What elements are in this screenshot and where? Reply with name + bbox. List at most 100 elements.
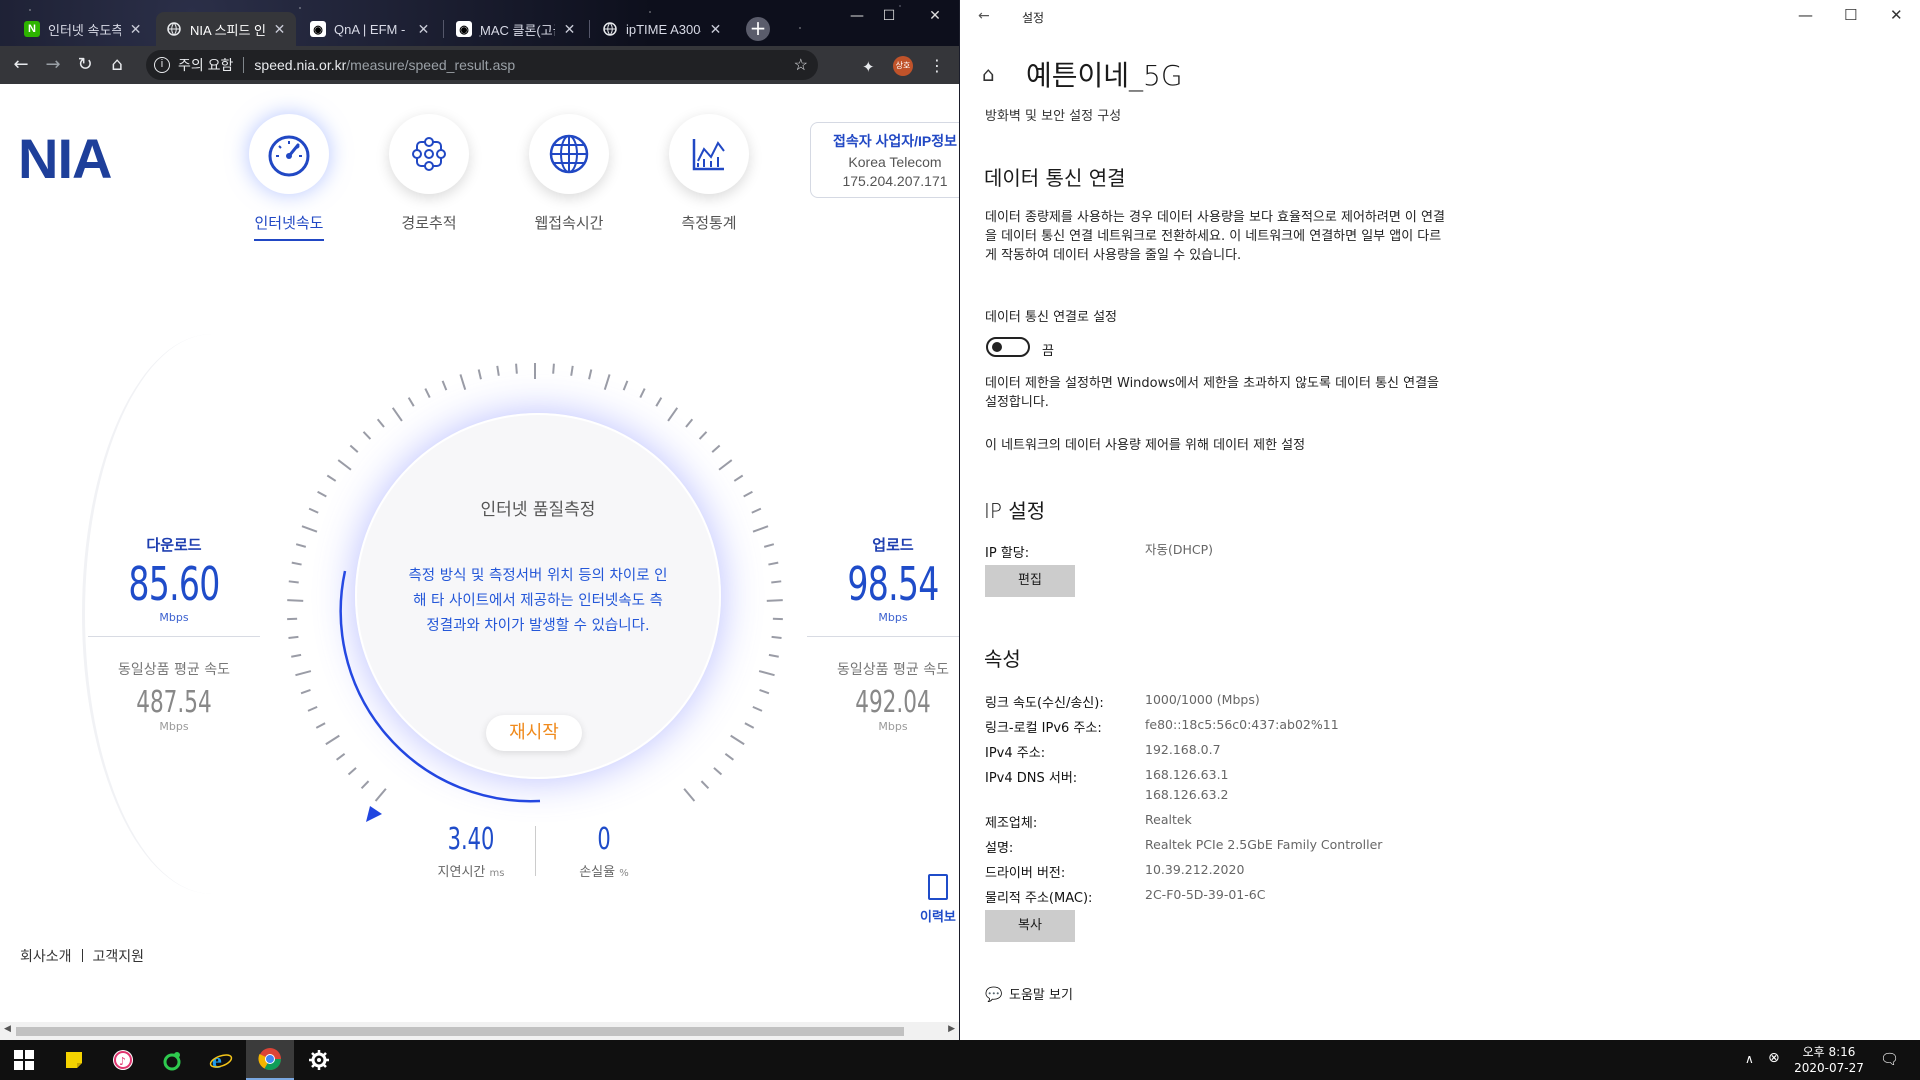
menu-internet-speed[interactable]: 인터넷속도 <box>234 114 344 241</box>
minimize-icon[interactable]: — <box>842 4 872 28</box>
latency-value: 3.40 <box>447 822 495 857</box>
home-icon[interactable]: ⌂ <box>982 62 995 86</box>
globe-icon <box>529 114 609 194</box>
gauge-tick <box>752 705 763 712</box>
prop-label: 링크 속도(수신/송신): <box>985 696 1104 711</box>
nia-logo[interactable]: NIA <box>18 126 112 191</box>
clock-date: 2020-07-27 <box>1794 1061 1864 1075</box>
download-avg-value: 487.54 <box>136 685 212 720</box>
gauge-tick <box>744 722 755 729</box>
close-tab-icon[interactable]: ✕ <box>709 21 722 38</box>
measure-heading: 인터넷 품질측정 <box>480 500 596 520</box>
stats-icon <box>669 114 749 194</box>
minimize-icon[interactable]: — <box>1798 6 1813 24</box>
close-tab-icon[interactable]: ✕ <box>273 21 286 38</box>
help-chat-icon: 💬 <box>985 987 1003 1003</box>
close-window-icon[interactable]: ✕ <box>920 4 950 28</box>
scroll-left-icon[interactable]: ◀ <box>4 1024 11 1034</box>
address-bar[interactable]: i 주의 요함 speed.nia.or.kr/measure/speed_re… <box>146 50 818 80</box>
home-icon[interactable]: ⌂ <box>106 54 128 76</box>
prop-label: 제조업체: <box>985 816 1038 831</box>
prop-value: Realtek <box>1145 812 1192 827</box>
firewall-link[interactable]: 방화벽 및 보안 설정 구성 <box>985 105 1121 124</box>
tab-title: 인터넷 속도측정 <box>48 22 122 38</box>
tab-iptime[interactable]: ipTIME A3004NS ✕ <box>592 12 732 46</box>
latency-label: 지연시간 <box>437 865 486 880</box>
gauge-tick <box>307 705 318 712</box>
start-button[interactable] <box>0 1040 48 1080</box>
close-window-icon[interactable]: ✕ <box>1890 6 1903 24</box>
sticky-notes-icon[interactable] <box>50 1040 98 1080</box>
maximize-icon[interactable]: ☐ <box>1844 6 1857 24</box>
profile-avatar[interactable]: 상호 <box>893 56 913 76</box>
metered-toggle[interactable] <box>986 337 1030 357</box>
gauge-tick <box>718 459 733 471</box>
info-icon[interactable]: i <box>154 57 170 73</box>
data-limit-link[interactable]: 이 네트워크의 데이터 사용량 제어를 위해 데이터 제한 설정 <box>985 436 1445 455</box>
new-tab-button[interactable]: + <box>746 17 770 41</box>
reload-icon[interactable]: ↻ <box>74 54 96 76</box>
maximize-icon[interactable]: ☐ <box>874 4 904 28</box>
taskbar: ♪ e ∧ ⊗ 오후 8:16 2020-07-27 🗨 <box>0 1040 1920 1080</box>
prop-label: 드라이버 버전: <box>985 866 1066 881</box>
back-arrow-icon[interactable]: ← <box>978 8 990 24</box>
menu-web-access-time[interactable]: 웹접속시간 <box>514 114 624 233</box>
clock[interactable]: 오후 8:16 2020-07-27 <box>1794 1044 1864 1076</box>
gauge-tick <box>570 365 574 376</box>
window-title: 설정 <box>1022 11 1045 25</box>
footer-about-link[interactable]: 회사소개 <box>20 949 72 965</box>
loss-label: 손실율 <box>579 865 616 880</box>
tray-chevron-icon[interactable]: ∧ <box>1745 1052 1754 1066</box>
tab-mac-clone[interactable]: ◉ MAC 클론(고급) ✕ <box>446 12 586 46</box>
close-tab-icon[interactable]: ✕ <box>129 21 142 38</box>
gauge-tick <box>295 670 312 677</box>
menu-route-trace[interactable]: 경로추적 <box>374 114 484 233</box>
gauge-tick <box>752 525 769 533</box>
tab-nia-speed[interactable]: NIA 스피드 인터넷 ✕ <box>156 12 296 46</box>
tab-speed-test[interactable]: N 인터넷 속도측정 ✕ <box>14 12 152 46</box>
security-warning[interactable]: 주의 요함 <box>178 55 233 75</box>
tab-qna-efm[interactable]: ◉ QnA | EFM - ipTIME ✕ <box>300 12 440 46</box>
close-tab-icon[interactable]: ✕ <box>563 21 576 38</box>
upload-unit: Mbps <box>878 611 908 624</box>
route-icon <box>389 114 469 194</box>
gauge-tick <box>376 418 385 428</box>
gauge-tick <box>751 507 762 514</box>
history-button[interactable]: 이력보 <box>920 874 956 925</box>
help-link[interactable]: 💬 도움말 보기 <box>985 984 1073 1003</box>
network-status-icon[interactable]: ⊗ <box>1768 1050 1780 1066</box>
internet-explorer-icon[interactable]: e <box>197 1040 245 1080</box>
horizontal-scrollbar[interactable]: ◀ ▶ <box>0 1022 959 1040</box>
settings-gear-icon[interactable] <box>295 1040 343 1080</box>
extensions-puzzle-icon[interactable]: ✦ <box>862 58 875 76</box>
scrollbar-thumb[interactable] <box>16 1027 904 1036</box>
chrome-taskbar-icon[interactable] <box>246 1040 294 1080</box>
itunes-icon[interactable]: ♪ <box>99 1040 147 1080</box>
line-messenger-icon[interactable] <box>148 1040 196 1080</box>
back-arrow-icon[interactable]: ← <box>10 54 32 76</box>
prop-value: 168.126.63.1 <box>1145 767 1229 782</box>
edit-button[interactable]: 편집 <box>985 565 1075 597</box>
gauge-tick <box>295 543 307 548</box>
gauge-tick <box>759 689 770 695</box>
footer-support-link[interactable]: 고객지원 <box>93 949 145 965</box>
gauge-tick <box>288 580 299 584</box>
metered-heading: 데이터 통신 연결 <box>984 166 1126 190</box>
copy-button[interactable]: 복사 <box>985 910 1075 942</box>
speedometer-icon <box>249 114 329 194</box>
forward-arrow-icon[interactable]: → <box>42 54 64 76</box>
gauge-tick <box>347 767 357 776</box>
browser-menu-icon[interactable]: ⋮ <box>929 56 945 75</box>
scroll-right-icon[interactable]: ▶ <box>948 1024 955 1034</box>
notification-center-icon[interactable]: 🗨 <box>1880 1050 1899 1068</box>
gauge-tick <box>685 418 694 428</box>
gauge-tick <box>349 444 359 453</box>
isp-name: Korea Telecom <box>848 154 942 170</box>
close-tab-icon[interactable]: ✕ <box>417 21 430 38</box>
menu-label: 인터넷속도 <box>254 214 324 232</box>
gauge-tick <box>655 397 663 407</box>
bookmark-star-icon[interactable]: ☆ <box>794 55 808 75</box>
gauge-tick <box>603 374 611 391</box>
restart-button[interactable]: 재시작 <box>486 715 582 751</box>
menu-statistics[interactable]: 측정통계 <box>654 114 764 233</box>
